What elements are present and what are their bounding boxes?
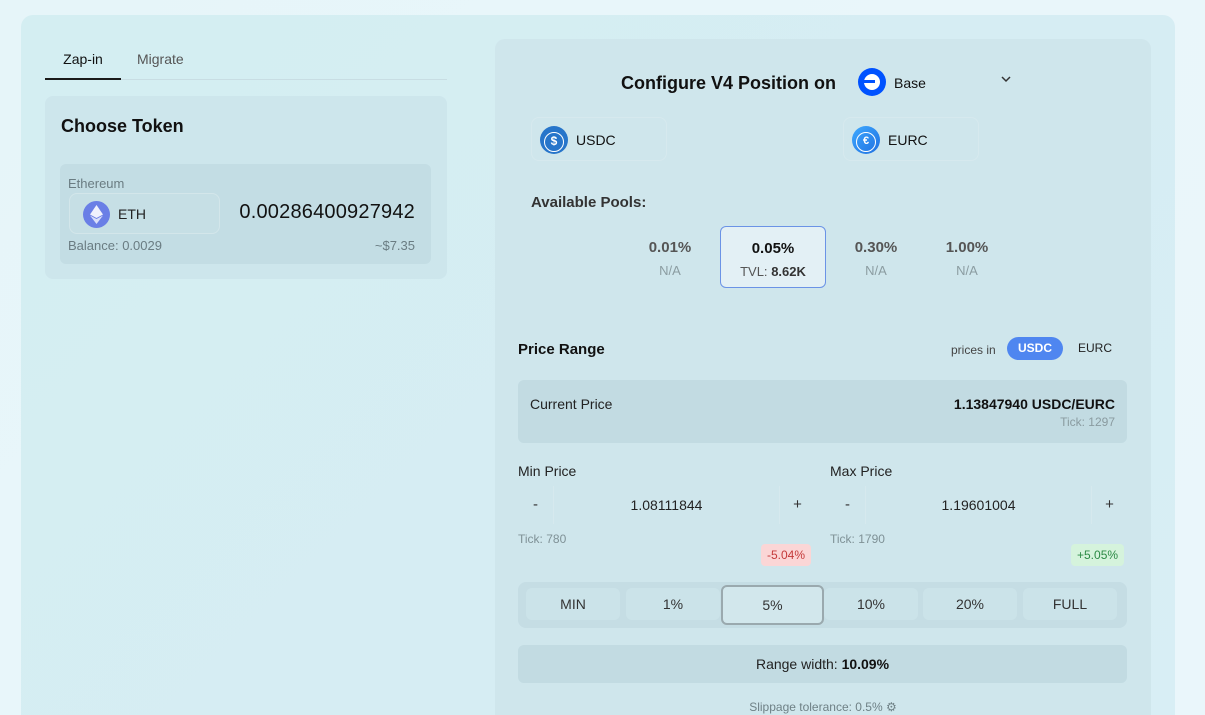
max-price-field[interactable]: 1.19601004 xyxy=(866,497,1091,513)
max-price-label: Max Price xyxy=(830,463,893,479)
min-decrement-button[interactable]: - xyxy=(518,486,554,524)
min-tick: Tick: 780 xyxy=(518,532,567,546)
min-price-input: - 1.08111844 + xyxy=(518,486,815,524)
token1-select[interactable]: € EURC xyxy=(843,117,979,161)
pool-option[interactable]: 1.00% N/A xyxy=(914,226,1020,288)
gear-icon: ⚙ xyxy=(886,700,897,714)
max-price-input: - 1.19601004 + xyxy=(830,486,1127,524)
current-price-box: Current Price 1.13847940 USDC/EURC Tick:… xyxy=(518,380,1127,443)
slippage-text: Slippage tolerance: 0.5% xyxy=(749,700,883,714)
balance-text: Balance: 0.0029 xyxy=(68,238,162,253)
min-price-field[interactable]: 1.08111844 xyxy=(554,497,779,513)
current-price-value: 1.13847940 USDC/EURC xyxy=(953,396,1115,412)
range-width-display: Range width: 10.09% xyxy=(518,645,1127,683)
chevron-down-icon xyxy=(1000,73,1012,88)
token-symbol: ETH xyxy=(118,206,146,222)
available-pools-label: Available Pools: xyxy=(531,194,647,211)
pool-fee: 0.05% xyxy=(751,240,795,257)
mode-tabs: Zap-in Migrate xyxy=(45,45,447,80)
preset-min-button[interactable]: MIN xyxy=(526,588,620,620)
prices-in-label: prices in xyxy=(951,343,996,357)
pool-tvl: TVL: 8.62K xyxy=(721,264,825,279)
base-icon xyxy=(858,68,886,96)
range-width-label: Range width: xyxy=(755,656,838,672)
current-tick: Tick: 1297 xyxy=(1060,415,1115,429)
eurc-icon: € xyxy=(852,126,880,154)
tvl-prefix: TVL: xyxy=(740,264,768,279)
min-percent-badge: -5.04% xyxy=(761,544,812,566)
chain-label: Ethereum xyxy=(68,176,125,191)
choose-token-title: Choose Token xyxy=(61,116,184,136)
pool-option-selected[interactable]: 0.05% TVL: 8.62K xyxy=(720,226,826,288)
preset-20pct-button[interactable]: 20% xyxy=(923,588,1017,620)
pool-fee: 0.01% xyxy=(648,239,692,256)
min-increment-button[interactable]: + xyxy=(779,486,815,524)
tab-zap-in[interactable]: Zap-in xyxy=(45,45,121,80)
token-select-button[interactable]: ETH xyxy=(69,193,220,234)
pool-fee: 1.00% xyxy=(945,239,989,256)
min-price-label: Min Price xyxy=(518,463,577,479)
eth-icon xyxy=(83,201,110,228)
amount-input[interactable]: 0.00286400927942 xyxy=(239,201,415,224)
configure-title: Configure V4 Position on xyxy=(621,73,836,93)
chain-select-dropdown[interactable]: Base xyxy=(855,65,1025,101)
token-input-box: Ethereum ETH 0.00286400927942 Balance: 0… xyxy=(60,164,431,264)
preset-1pct-button[interactable]: 1% xyxy=(626,588,720,620)
max-increment-button[interactable]: + xyxy=(1091,486,1127,524)
tvl-value: 8.62K xyxy=(771,264,806,279)
max-percent-badge: +5.05% xyxy=(1071,544,1125,566)
pool-tvl: N/A xyxy=(659,263,681,278)
preset-full-button[interactable]: FULL xyxy=(1023,588,1117,620)
pool-option[interactable]: 0.01% N/A xyxy=(617,226,723,288)
configure-panel: Configure V4 Position on Base $ USDC € E… xyxy=(495,39,1151,715)
token0-label: USDC xyxy=(576,132,616,148)
price-unit-usdc-toggle[interactable]: USDC xyxy=(1007,337,1063,360)
app-container: Zap-in Migrate Choose Token Ethereum ETH… xyxy=(21,15,1175,715)
token1-label: EURC xyxy=(888,132,928,148)
current-price-label: Current Price xyxy=(530,396,613,412)
price-range-title: Price Range xyxy=(518,341,605,358)
range-width-value: 10.09% xyxy=(841,656,890,672)
price-unit-eurc-toggle[interactable]: EURC xyxy=(1069,337,1121,360)
pool-tvl: N/A xyxy=(956,263,978,278)
chain-name: Base xyxy=(894,75,926,91)
usdc-icon: $ xyxy=(540,126,568,154)
max-decrement-button[interactable]: - xyxy=(830,486,866,524)
preset-10pct-button[interactable]: 10% xyxy=(824,588,918,620)
tab-migrate[interactable]: Migrate xyxy=(137,45,184,80)
max-tick: Tick: 1790 xyxy=(830,532,885,546)
slippage-setting[interactable]: Slippage tolerance: 0.5% ⚙ xyxy=(495,700,1151,714)
token0-select[interactable]: $ USDC xyxy=(531,117,667,161)
range-presets: MIN 1% 5% 10% 20% FULL xyxy=(518,582,1127,628)
usd-value: ~$7.35 xyxy=(374,238,415,253)
choose-token-card: Choose Token Ethereum ETH 0.002864009279… xyxy=(45,96,447,279)
preset-5pct-button[interactable]: 5% xyxy=(721,585,824,625)
